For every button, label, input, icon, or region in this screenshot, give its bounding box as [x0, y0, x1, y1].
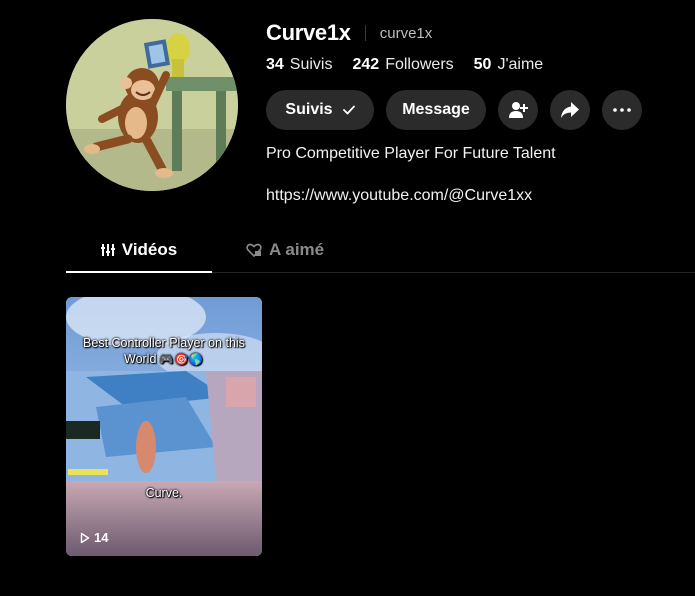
username: curve1x — [379, 24, 433, 42]
name-divider — [364, 25, 366, 41]
curious-george-avatar-icon — [66, 19, 238, 191]
video-overlay-title: Best Controller Player on this World 🎮🎯🌎 — [66, 335, 262, 368]
profile-page: Curve1x curve1x 34 Suivis 242 Followers … — [0, 0, 695, 596]
add-user-icon — [509, 102, 528, 118]
tab-liked-label: A aimé — [269, 240, 325, 259]
following-button-label: Suivis — [285, 101, 333, 118]
display-name: Curve1x — [266, 20, 351, 45]
actions-row: Suivis Message — [266, 90, 642, 130]
stat-following-count: 34 — [266, 56, 284, 73]
checkmark-icon — [342, 105, 355, 115]
stat-followers-count: 242 — [352, 56, 380, 73]
profile-tabs: Vidéos A aimé — [66, 228, 695, 273]
video-overlay-caption: Curve. — [145, 486, 183, 500]
message-button-label: Message — [402, 101, 470, 118]
video-card[interactable]: Best Controller Player on this World 🎮🎯🌎… — [66, 297, 262, 556]
video-views-count: 14 — [94, 530, 109, 545]
tab-videos[interactable]: Vidéos — [66, 228, 212, 273]
stat-likes-label: J'aime — [497, 56, 544, 73]
stat-followers[interactable]: 242 Followers — [352, 56, 453, 74]
stat-likes-count: 50 — [473, 56, 492, 73]
bio-text: Pro Competitive Player For Future Talent — [266, 145, 556, 162]
bio-link[interactable]: https://www.youtube.com/@Curve1xx — [266, 187, 532, 205]
video-views: 14 — [80, 530, 108, 545]
heart-lock-icon — [246, 243, 262, 257]
tab-videos-label: Vidéos — [121, 240, 178, 259]
stat-following-label: Suivis — [289, 56, 333, 73]
following-button[interactable]: Suivis — [266, 90, 374, 130]
grid-icon — [100, 244, 115, 256]
stats-row: 34 Suivis 242 Followers 50 J'aime — [266, 56, 543, 74]
share-button[interactable] — [550, 90, 590, 130]
stat-followers-label: Followers — [385, 56, 454, 73]
stat-likes: 50 J'aime — [474, 56, 544, 74]
more-icon — [613, 108, 631, 112]
add-friend-button[interactable] — [498, 90, 538, 130]
avatar[interactable] — [66, 19, 238, 191]
name-row: Curve1x curve1x — [266, 20, 432, 46]
play-icon — [80, 532, 90, 543]
more-button[interactable] — [602, 90, 642, 130]
tab-liked[interactable]: A aimé — [246, 228, 324, 272]
video-overlay-emoji: 🎮🎯🌎 — [159, 354, 204, 366]
message-button[interactable]: Message — [386, 90, 486, 130]
share-icon — [561, 102, 579, 118]
stat-following[interactable]: 34 Suivis — [266, 56, 332, 74]
